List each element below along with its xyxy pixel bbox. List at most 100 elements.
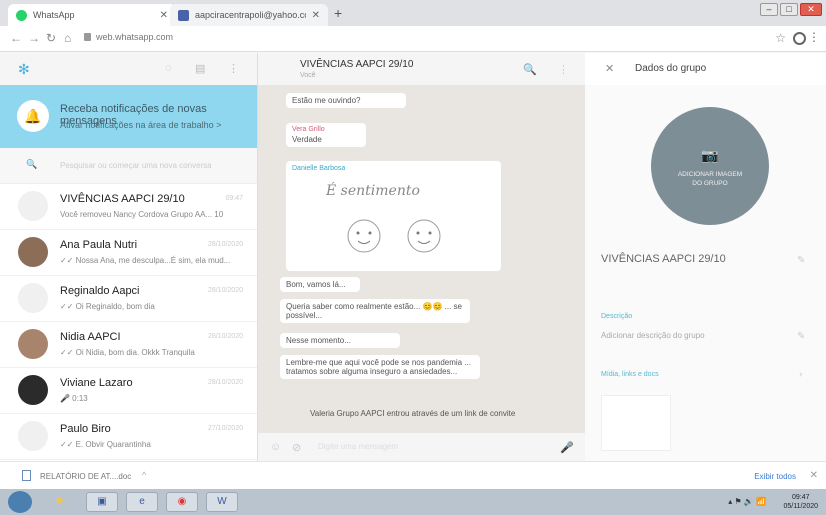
address-toolbar: ← → ↻ ⌂ web.whatsapp.com ☆ ⋮ xyxy=(0,26,826,52)
minimize-icon[interactable]: – xyxy=(760,3,778,16)
message-text: Nesse momento... xyxy=(286,336,351,345)
notification-link[interactable]: Ativar notificações na área de trabalho … xyxy=(60,120,221,130)
message-bubble: Lembre-me que aqui você pode se nos pand… xyxy=(280,355,480,379)
edit-pencil-icon[interactable]: ✎ xyxy=(797,255,805,266)
chat-item[interactable]: Reginaldo Aapci 28/10/2020 ✓✓ Oi Reginal… xyxy=(0,276,257,322)
sidebar-header: ✻ ◌ ▤ ⋮ xyxy=(0,53,257,85)
chevron-up-icon[interactable]: ^ xyxy=(142,470,146,480)
chat-preview: Você removeu Nancy Cordova Grupo AA... 1… xyxy=(60,210,224,219)
chat-preview: ✓✓ Oi Reginaldo, bom dia xyxy=(60,302,155,311)
system-tray: ▴ ⚑ 🔊 📶 xyxy=(728,497,766,506)
tab-whatsapp[interactable]: WhatsApp ✕ xyxy=(8,4,176,26)
conversation-pane: VIVÊNCIAS AAPCI 29/10 Você 🔍 ⋮ Estão me … xyxy=(258,53,585,461)
group-image-placeholder[interactable]: 📷 ADICIONAR IMAGEM DO GRUPO xyxy=(651,107,769,225)
os-taskbar: ▶ ▣ e ◉ W ▴ ⚑ 🔊 📶 09:47 05/11/2020 xyxy=(0,489,826,515)
conversation-header[interactable]: VIVÊNCIAS AAPCI 29/10 Você 🔍 ⋮ xyxy=(258,53,585,85)
browser-window: WhatsApp ✕ aapciracentrapoli@yahoo.com.b… xyxy=(0,0,826,515)
media-player-icon[interactable]: ▶ xyxy=(48,492,74,512)
chat-item[interactable]: Viviane Lazaro 28/10/2020 🎤 0:13 xyxy=(0,368,257,414)
bell-icon: 🔔 xyxy=(17,100,49,132)
media-thumbnail[interactable] xyxy=(601,395,671,451)
new-chat-icon[interactable]: ▤ xyxy=(195,62,205,75)
browser-menu-icon[interactable]: ⋮ xyxy=(808,30,820,44)
chat-item[interactable]: Nidia AAPCI 28/10/2020 ✓✓ Oi Nidia, bom … xyxy=(0,322,257,368)
download-file-name[interactable]: RELATÓRIO DE AT....doc xyxy=(40,472,131,481)
chat-name: Ana Paula Nutri xyxy=(60,239,138,251)
message-text: Queria saber como realmente estão... 😊😊 … xyxy=(286,302,462,320)
message-input[interactable]: Digite uma mensagem xyxy=(318,442,398,451)
lock-icon xyxy=(84,33,91,41)
whatsapp-icon xyxy=(16,9,27,21)
show-all-downloads-link[interactable]: Exibir todos xyxy=(754,472,796,481)
notification-banner[interactable]: 🔔 Receba notificações de novas mensagens… xyxy=(0,85,257,148)
avatar xyxy=(18,283,48,313)
avatar xyxy=(18,329,48,359)
message-bubble: Estão me ouvindo? xyxy=(286,93,406,108)
close-icon[interactable]: ✕ xyxy=(810,470,818,481)
close-tab-icon[interactable]: ✕ xyxy=(312,10,320,21)
tab-strip: WhatsApp ✕ aapciracentrapoli@yahoo.com.b… xyxy=(0,0,826,26)
reload-icon[interactable]: ↻ xyxy=(46,31,56,45)
chat-item[interactable]: Paulo Biro 27/10/2020 ✓✓ E. Obvir Quaran… xyxy=(0,414,257,460)
maximize-icon[interactable]: □ xyxy=(780,3,798,16)
chat-time: 28/10/2020 xyxy=(207,287,243,294)
start-button[interactable] xyxy=(8,491,32,513)
search-input[interactable]: Pesquisar ou começar uma nova conversa xyxy=(60,161,212,170)
chat-preview: ✓✓ Nossa Ana, me desculpa...É sim, ela m… xyxy=(60,256,231,265)
internet-explorer-icon[interactable]: e xyxy=(126,492,158,512)
chat-preview: 🎤 0:13 xyxy=(60,394,88,403)
window-controls: – □ ✕ xyxy=(760,3,822,16)
emoji-icon[interactable]: ☺ xyxy=(270,441,281,453)
chat-name: Paulo Biro xyxy=(60,423,111,435)
chat-list-pane: ✻ ◌ ▤ ⋮ 🔔 Receba notificações de novas m… xyxy=(0,53,258,461)
sticker-message: Danielle Barbosa É sentimento xyxy=(286,161,501,271)
chrome-icon[interactable]: ◉ xyxy=(166,492,198,512)
edit-pencil-icon[interactable]: ✎ xyxy=(797,331,805,342)
bookmark-star-icon[interactable]: ☆ xyxy=(775,31,786,45)
word-file-icon xyxy=(22,470,31,481)
group-info-title: Dados do grupo xyxy=(635,63,707,74)
search-bar: 🔍 Pesquisar ou começar uma nova conversa xyxy=(0,148,257,184)
menu-icon[interactable]: ⋮ xyxy=(228,62,239,75)
home-icon[interactable]: ⌂ xyxy=(64,31,71,45)
chat-preview: ✓✓ E. Obvir Quarantinha xyxy=(60,440,151,449)
description-value[interactable]: Adicionar descrição do grupo xyxy=(601,331,705,340)
menu-icon[interactable]: ⋮ xyxy=(558,63,569,76)
message-text: Verdade xyxy=(292,135,322,144)
tab-yahoo-mail[interactable]: aapciracentrapoli@yahoo.com.br ✕ xyxy=(170,4,328,26)
search-icon[interactable]: 🔍 xyxy=(523,63,537,76)
taskbar-clock: 09:47 05/11/2020 xyxy=(783,493,818,511)
group-info-pane: ✕ Dados do grupo 📷 ADICIONAR IMAGEM DO G… xyxy=(585,53,826,461)
close-tab-icon[interactable]: ✕ xyxy=(160,10,168,21)
address-bar[interactable]: web.whatsapp.com xyxy=(96,32,173,42)
compose-bar: ☺ ⊘ Digite uma mensagem 🎤 xyxy=(258,433,585,461)
back-arrow-icon[interactable]: ← xyxy=(10,31,22,45)
attach-icon[interactable]: ⊘ xyxy=(292,441,301,454)
chat-item[interactable]: VIVÊNCIAS AAPCI 29/10 09:47 Você removeu… xyxy=(0,184,257,230)
community-icon[interactable]: ◌ xyxy=(165,62,172,74)
account-icon[interactable] xyxy=(793,32,806,45)
avatar xyxy=(18,375,48,405)
new-tab-icon[interactable]: + xyxy=(334,5,342,21)
close-icon[interactable]: ✕ xyxy=(605,62,614,75)
group-info-header: ✕ Dados do grupo xyxy=(585,53,826,85)
chevron-right-icon[interactable]: › xyxy=(799,369,802,380)
chat-item[interactable]: Ana Paula Nutri 28/10/2020 ✓✓ Nossa Ana,… xyxy=(0,230,257,276)
word-icon[interactable]: W xyxy=(206,492,238,512)
microphone-icon[interactable]: 🎤 xyxy=(560,441,574,454)
system-message: Valeria Grupo AAPCI entrou através de um… xyxy=(310,409,516,418)
camera-icon: 📷 xyxy=(701,147,719,163)
message-bubble: Nesse momento... xyxy=(280,333,400,348)
group-image-caption: ADICIONAR IMAGEM DO GRUPO xyxy=(677,171,743,187)
chat-time: 27/10/2020 xyxy=(207,425,243,432)
message-bubble: Vera Grillo Verdade xyxy=(286,123,366,147)
status-icon[interactable]: ✻ xyxy=(18,61,30,78)
explorer-icon[interactable]: ▣ xyxy=(86,492,118,512)
close-window-icon[interactable]: ✕ xyxy=(800,3,822,16)
chat-name: Nidia AAPCI xyxy=(60,331,121,343)
message-text: Lembre-me que aqui você pode se nos pand… xyxy=(286,358,472,376)
media-label[interactable]: Mídia, links e docs xyxy=(601,371,659,378)
forward-arrow-icon[interactable]: → xyxy=(28,31,40,45)
search-icon: 🔍 xyxy=(26,159,38,169)
sticker-drawing xyxy=(347,219,441,253)
